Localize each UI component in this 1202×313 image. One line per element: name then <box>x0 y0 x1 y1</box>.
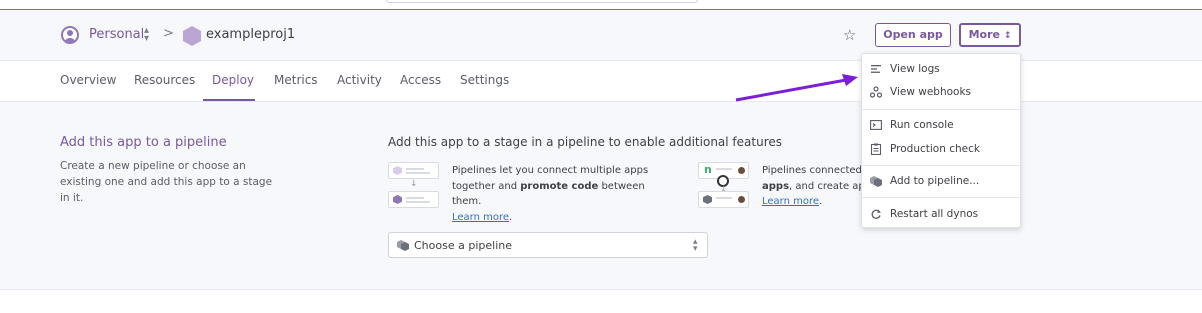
menu-item-view-logs[interactable]: View logs <box>862 59 1020 81</box>
breadcrumb-separator: > <box>163 26 174 41</box>
menu-item-production-check[interactable]: Production check <box>862 139 1020 161</box>
annotation-arrow <box>735 74 858 102</box>
more-dropdown-menu: View logs View webhooks Run console Prod… <box>861 53 1021 228</box>
review-apps-feature-text: Pipelines connected apps, and create app… <box>762 165 862 207</box>
restart-icon <box>871 209 881 219</box>
active-tab-indicator <box>203 99 255 101</box>
avatar[interactable] <box>61 26 79 44</box>
deploy-pipeline-section: Add this app to a pipeline Create a new … <box>0 102 1202 290</box>
pipeline-section-heading: Add this app to a pipeline <box>60 135 227 150</box>
team-switcher-caret-icon[interactable]: ▴ ▾ <box>144 26 149 44</box>
menu-divider <box>862 165 1020 166</box>
favorite-star-icon[interactable]: ☆ <box>843 28 856 43</box>
promote-illustration: ↓ <box>388 162 440 208</box>
webhooks-icon <box>870 86 882 98</box>
checklist-icon <box>870 143 882 155</box>
tab-deploy[interactable]: Deploy <box>212 73 254 87</box>
more-button[interactable]: More ↕ <box>959 23 1021 47</box>
tab-metrics[interactable]: Metrics <box>274 73 318 87</box>
console-icon <box>870 120 882 130</box>
app-tabs: Overview Resources Deploy Metrics Activi… <box>0 61 1202 102</box>
review-apps-learn-more-link[interactable]: Learn more <box>762 196 819 207</box>
menu-item-run-console[interactable]: Run console <box>862 115 1020 137</box>
app-hexagon-icon <box>183 26 201 46</box>
pipeline-icon <box>870 176 882 187</box>
menu-divider <box>862 109 1020 110</box>
app-header: Personal ▴ ▾ > exampleproj1 ☆ Open app Mo… <box>0 10 1202 61</box>
team-switcher-label[interactable]: Personal <box>89 27 144 42</box>
menu-item-view-webhooks[interactable]: View webhooks <box>862 82 1020 104</box>
tab-settings[interactable]: Settings <box>460 73 509 87</box>
promote-feature-text: Pipelines let you connect multiple apps … <box>452 165 649 223</box>
more-button-label: More <box>968 28 1000 41</box>
top-strip <box>0 0 1202 10</box>
review-apps-illustration: n ↓ <box>698 162 750 208</box>
more-caret-icon: ↕ <box>1003 31 1012 41</box>
tab-access[interactable]: Access <box>400 73 441 87</box>
select-caret-icon: ▴ ▾ <box>693 237 698 254</box>
choose-pipeline-select[interactable]: Choose a pipeline ▴ ▾ <box>388 232 708 258</box>
pipeline-features-heading: Add this app to a stage in a pipeline to… <box>388 135 782 149</box>
search-box-edge[interactable] <box>386 0 698 3</box>
menu-divider <box>862 197 1020 198</box>
promote-learn-more-link[interactable]: Learn more <box>452 212 509 223</box>
promote-code-emphasis: promote code <box>520 180 599 192</box>
open-app-button[interactable]: Open app <box>875 23 951 47</box>
logs-icon <box>871 65 881 73</box>
tab-resources[interactable]: Resources <box>134 73 195 87</box>
tab-overview[interactable]: Overview <box>60 73 117 87</box>
app-name[interactable]: exampleproj1 <box>206 27 295 42</box>
menu-item-add-to-pipeline[interactable]: Add to pipeline... <box>862 171 1020 193</box>
pipeline-section-description: Create a new pipeline or choose an exist… <box>60 160 273 204</box>
pipeline-icon <box>397 240 409 251</box>
tab-activity[interactable]: Activity <box>337 73 382 87</box>
choose-pipeline-label: Choose a pipeline <box>414 239 512 252</box>
menu-item-restart-all-dynos[interactable]: Restart all dynos <box>862 204 1020 226</box>
